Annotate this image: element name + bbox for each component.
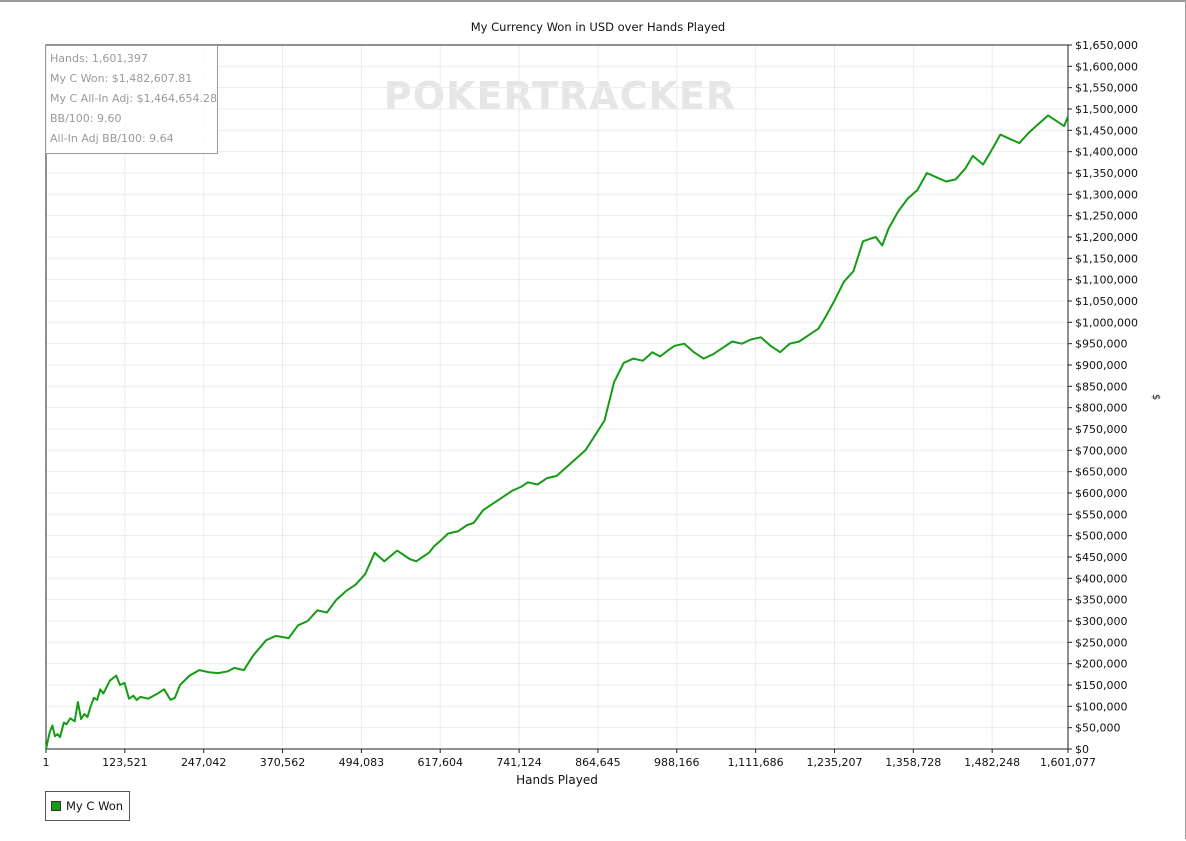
pokertracker-watermark: POKERTRACKER — [384, 74, 736, 118]
x-axis-label: Hands Played — [516, 773, 598, 787]
y-tick-label: $800,000 — [1075, 402, 1128, 415]
legend-label: My C Won — [66, 799, 124, 813]
chart-title: My Currency Won in USD over Hands Played — [471, 20, 725, 34]
legend-swatch — [51, 801, 61, 811]
y-tick-label: $1,300,000 — [1075, 188, 1138, 201]
y-tick-label: $650,000 — [1075, 466, 1128, 479]
y-tick-label: $950,000 — [1075, 338, 1128, 351]
x-tick-label: 1,601,077 — [1040, 756, 1096, 769]
y-tick-label: $450,000 — [1075, 551, 1128, 564]
y-tick-label: $400,000 — [1075, 572, 1128, 585]
y-tick-label: $150,000 — [1075, 679, 1128, 692]
y-tick-label: $200,000 — [1075, 658, 1128, 671]
y-tick-label: $1,550,000 — [1075, 82, 1138, 95]
y-tick-label: $750,000 — [1075, 423, 1128, 436]
y-tick-label: $550,000 — [1075, 508, 1128, 521]
y-tick-label: $1,100,000 — [1075, 274, 1138, 287]
x-tick-label: 1,111,686 — [728, 756, 784, 769]
x-tick-label: 1,358,728 — [885, 756, 941, 769]
y-tick-label: $1,500,000 — [1075, 103, 1138, 116]
y-tick-label: $1,050,000 — [1075, 295, 1138, 308]
y-tick-label: $250,000 — [1075, 636, 1128, 649]
x-tick-label: 1,482,248 — [964, 756, 1020, 769]
x-tick-label: 741,124 — [496, 756, 542, 769]
x-tick-label: 123,521 — [102, 756, 148, 769]
y-tick-label: $350,000 — [1075, 594, 1128, 607]
x-tick-label: 864,645 — [575, 756, 621, 769]
stat-bb100: BB/100: 9.60 — [50, 112, 122, 125]
stat-allin-bb100: All-In Adj BB/100: 9.64 — [50, 132, 174, 145]
y-tick-label: $600,000 — [1075, 487, 1128, 500]
stat-hands: Hands: 1,601,397 — [50, 52, 148, 65]
y-axis-label: $ — [1150, 394, 1161, 400]
legend: My C Won — [45, 791, 130, 821]
y-tick-label: $1,450,000 — [1075, 124, 1138, 137]
y-tick-label: $1,600,000 — [1075, 60, 1138, 73]
y-tick-label: $900,000 — [1075, 359, 1128, 372]
series-line-my-c-won — [45, 114, 1069, 750]
y-tick-label: $1,000,000 — [1075, 316, 1138, 329]
y-tick-label: $1,350,000 — [1075, 167, 1138, 180]
y-tick-label: $1,150,000 — [1075, 252, 1138, 265]
x-axis: 1 123,521 247,042 370,562 494,083 617,604 741,… — [43, 749, 1096, 769]
y-tick-label: $50,000 — [1075, 722, 1121, 735]
x-tick-label: 988,166 — [654, 756, 700, 769]
y-tick-label: $500,000 — [1075, 530, 1128, 543]
stat-allin-adj: My C All-In Adj: $1,464,654.28 — [50, 92, 218, 105]
y-tick-label: $0 — [1075, 743, 1089, 756]
y-tick-label: $1,400,000 — [1075, 146, 1138, 159]
x-tick-label: 494,083 — [339, 756, 385, 769]
y-tick-label: $850,000 — [1075, 380, 1128, 393]
y-tick-label: $100,000 — [1075, 700, 1128, 713]
x-tick-label: 247,042 — [181, 756, 227, 769]
y-tick-label: $700,000 — [1075, 444, 1128, 457]
x-tick-label: 1 — [43, 756, 50, 769]
y-tick-label: $1,650,000 — [1075, 39, 1138, 52]
x-tick-label: 370,562 — [260, 756, 306, 769]
y-tick-label: $1,200,000 — [1075, 231, 1138, 244]
x-tick-label: 617,604 — [417, 756, 463, 769]
stat-won: My C Won: $1,482,607.81 — [50, 72, 193, 85]
chart-window: My Currency Won in USD over Hands Played… — [0, 0, 1186, 839]
stats-box: Hands: 1,601,397 My C Won: $1,482,607.81… — [45, 45, 218, 154]
x-tick-label: 1,235,207 — [806, 756, 862, 769]
y-axis: $0 $50,000 $100,000 $150,000 $200,000 $250,00… — [1068, 39, 1138, 756]
y-tick-label: $1,250,000 — [1075, 210, 1138, 223]
y-tick-label: $300,000 — [1075, 615, 1128, 628]
